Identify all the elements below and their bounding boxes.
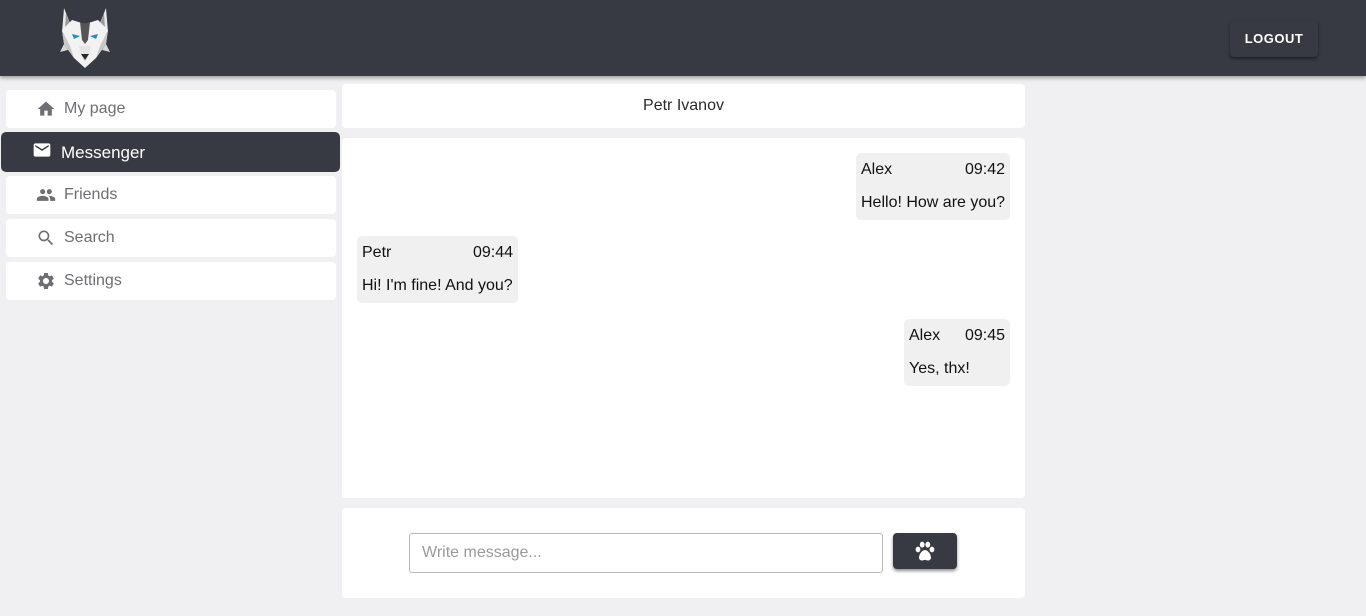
message-author: Petr [362, 244, 392, 261]
sidebar-item-my-page[interactable]: My page [6, 90, 336, 128]
paw-icon [915, 541, 935, 561]
people-icon [36, 185, 56, 205]
mail-icon [32, 140, 52, 160]
send-button[interactable] [893, 533, 957, 569]
message-time: 09:42 [964, 161, 1005, 178]
message-text: Hello! How are you? [861, 194, 1006, 211]
message-time: 09:45 [964, 327, 1005, 344]
top-header: LOGOUT [0, 0, 1366, 76]
wolf-logo-icon[interactable] [58, 6, 112, 70]
logout-button[interactable]: LOGOUT [1230, 20, 1318, 57]
message-list: Alex 09:42 Hello! How are you? Petr 09:4… [342, 138, 1025, 498]
message-bubble: Petr 09:44 Hi! I'm fine! And you? [357, 236, 518, 303]
sidebar-item-label: Settings [64, 272, 122, 289]
message-bubble: Alex 09:45 Yes, thx! [904, 319, 1010, 386]
sidebar-item-label: Messenger [61, 143, 146, 162]
message-text: Yes, thx! [909, 360, 970, 377]
gear-icon [36, 271, 56, 291]
chat-partner-name: Petr Ivanov [643, 97, 724, 114]
sidebar-item-friends[interactable]: Friends [6, 176, 336, 214]
sidebar-item-label: My page [64, 100, 126, 117]
sidebar-item-label: Friends [64, 186, 118, 203]
message-bubble: Alex 09:42 Hello! How are you? [856, 153, 1010, 220]
message-author: Alex [861, 161, 893, 178]
search-icon [36, 228, 56, 248]
message-composer [342, 508, 1025, 598]
message-input[interactable] [409, 533, 883, 573]
home-icon [36, 99, 56, 119]
sidebar-item-settings[interactable]: Settings [6, 262, 336, 300]
chat-header: Petr Ivanov [342, 84, 1025, 128]
sidebar-item-messenger[interactable]: Messenger [1, 132, 340, 172]
message-author: Alex [909, 327, 941, 344]
message-time: 09:44 [472, 244, 513, 261]
sidebar-item-label: Search [64, 229, 115, 246]
message-text: Hi! I'm fine! And you? [362, 277, 513, 294]
sidebar-item-search[interactable]: Search [6, 219, 336, 257]
